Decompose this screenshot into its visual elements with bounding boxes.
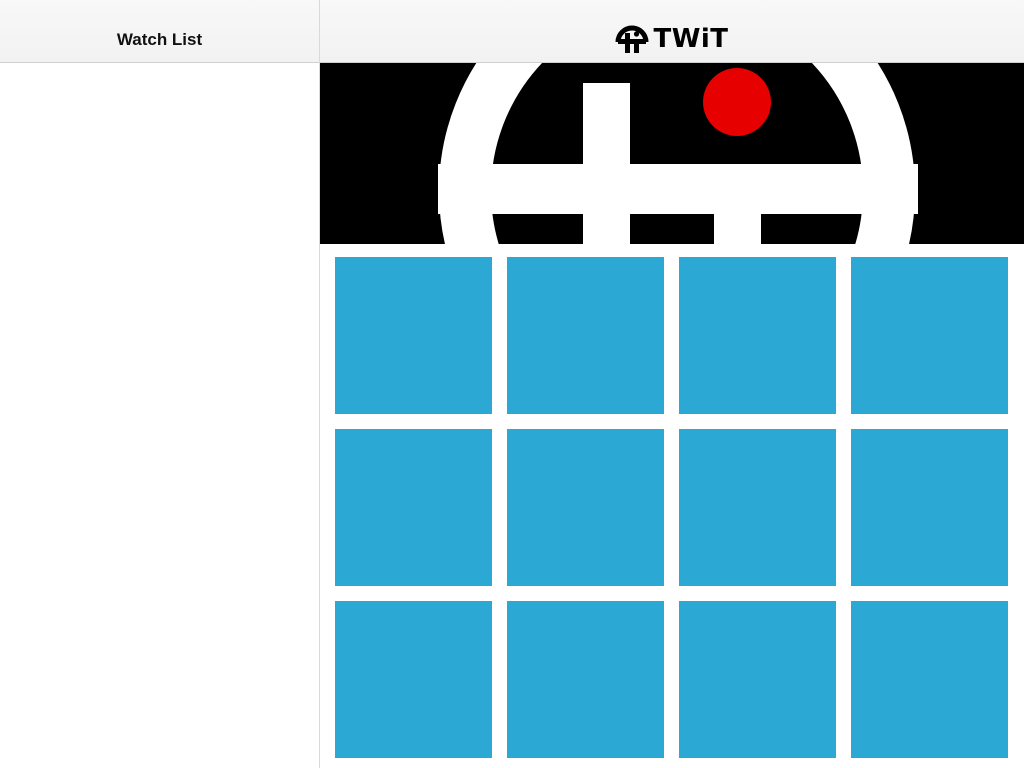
twit-logo-icon xyxy=(320,63,1024,244)
grid-tile[interactable] xyxy=(851,601,1008,758)
grid-tile[interactable] xyxy=(679,257,836,414)
watch-list-pane: Watch List xyxy=(0,0,320,768)
detail-pane: TWiT xyxy=(320,0,1024,768)
watch-list-nav-bar: Watch List xyxy=(0,0,319,63)
grid-tile[interactable] xyxy=(335,429,492,586)
watch-list-title: Watch List xyxy=(116,30,203,49)
grid-tile[interactable] xyxy=(679,429,836,586)
detail-nav-bar: TWiT xyxy=(320,0,1024,63)
twit-logo-icon xyxy=(615,25,649,53)
grid-tile[interactable] xyxy=(507,429,664,586)
twit-brand-text: TWiT xyxy=(653,24,729,54)
hero-banner[interactable] xyxy=(320,63,1024,244)
grid-tile[interactable] xyxy=(679,601,836,758)
grid-tile[interactable] xyxy=(507,601,664,758)
grid-tile[interactable] xyxy=(851,257,1008,414)
episode-grid xyxy=(335,257,1008,758)
grid-tile[interactable] xyxy=(335,601,492,758)
twit-brand-logo: TWiT xyxy=(615,25,728,53)
app-window: Watch List TWiT xyxy=(0,0,1024,768)
grid-tile[interactable] xyxy=(851,429,1008,586)
grid-tile[interactable] xyxy=(507,257,664,414)
grid-tile[interactable] xyxy=(335,257,492,414)
